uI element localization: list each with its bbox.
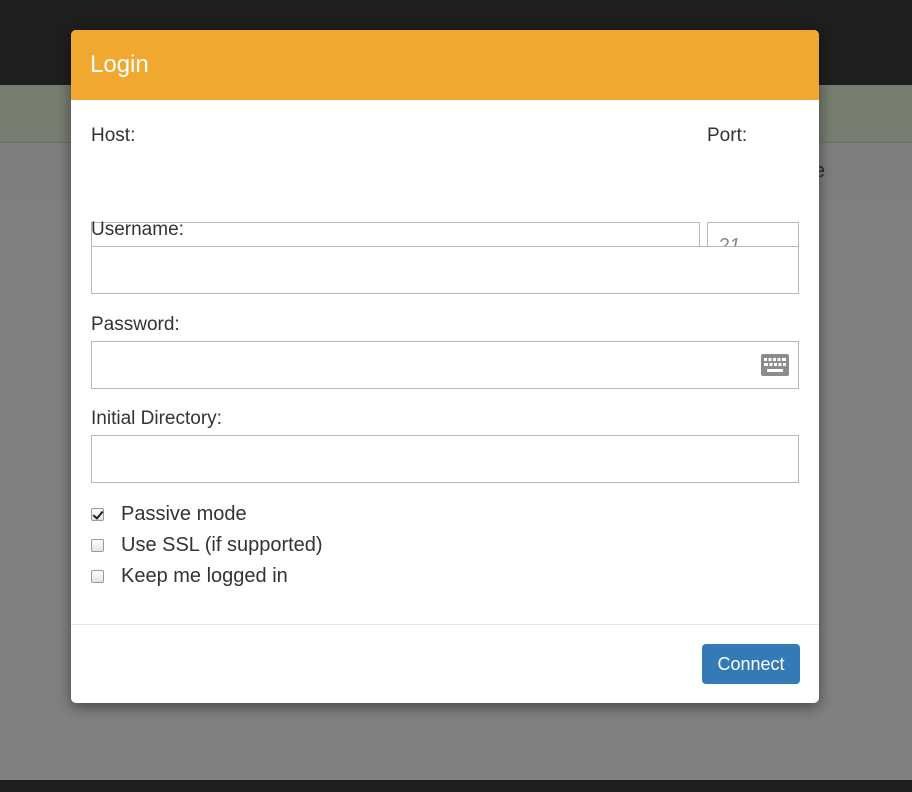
use-ssl-label: Use SSL (if supported)	[121, 534, 323, 556]
port-label: Port:	[707, 125, 748, 146]
keep-logged-in-label: Keep me logged in	[121, 565, 288, 587]
passive-mode-checkbox[interactable]	[91, 508, 104, 521]
password-label: Password:	[91, 314, 180, 335]
use-ssl-checkbox[interactable]	[91, 539, 104, 552]
app-bottom-bar	[0, 780, 912, 792]
username-label: Username:	[91, 219, 184, 240]
use-ssl-option[interactable]: Use SSL (if supported)	[91, 534, 323, 557]
connect-button[interactable]: Connect	[702, 644, 800, 684]
keep-logged-in-checkbox[interactable]	[91, 570, 104, 583]
passive-mode-label: Passive mode	[121, 503, 247, 525]
dialog-header: Login	[71, 30, 819, 100]
dialog-footer: Connect	[71, 624, 819, 703]
password-input[interactable]	[91, 341, 799, 389]
keyboard-icon[interactable]	[761, 354, 789, 376]
passive-mode-option[interactable]: Passive mode	[91, 503, 247, 526]
initial-directory-label: Initial Directory:	[91, 408, 222, 429]
keep-logged-in-option[interactable]: Keep me logged in	[91, 565, 288, 588]
login-dialog: Login Host: Port: Username: Password:	[71, 30, 819, 703]
password-field-wrapper	[91, 341, 799, 389]
username-input[interactable]	[91, 246, 799, 294]
dialog-body: Host: Port: Username: Password:	[71, 100, 819, 625]
initial-directory-input[interactable]	[91, 435, 799, 483]
host-label: Host:	[91, 125, 136, 146]
dialog-title: Login	[90, 51, 149, 78]
